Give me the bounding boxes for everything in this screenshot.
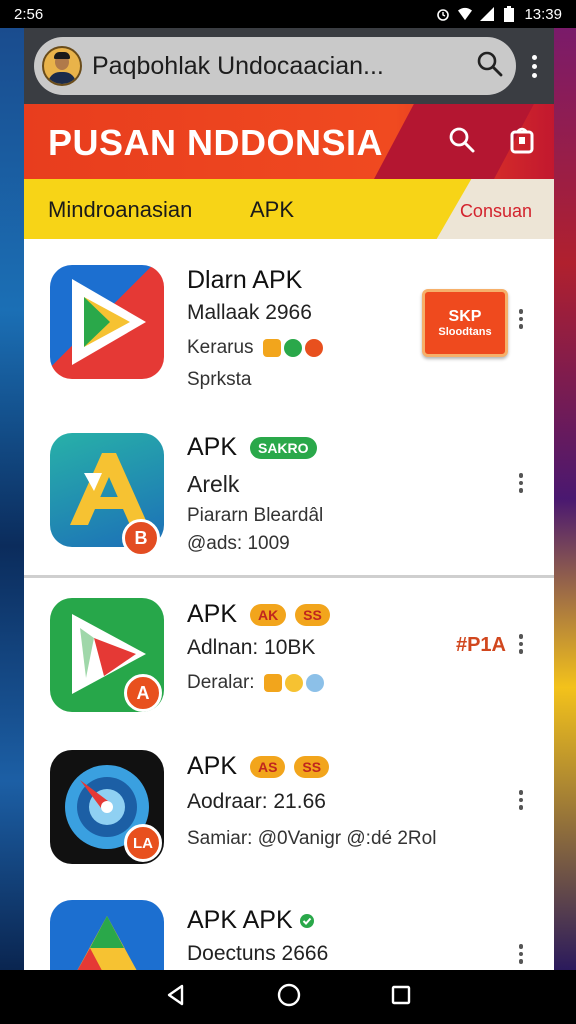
browser-toolbar: Paqbohlak Undocaacian... [24, 28, 554, 104]
category-bar: Mindroanasian APK Consuan [24, 179, 554, 239]
drive-icon [50, 900, 164, 970]
signal-icon [480, 7, 495, 21]
verified-icon [299, 914, 314, 929]
list-item[interactable]: B APK SAKRO Arelk Piararn Bleardâl @ads:… [24, 411, 554, 578]
search-icon[interactable] [476, 50, 504, 83]
address-bar[interactable]: Paqbohlak Undocaacian... [34, 37, 516, 95]
recents-icon[interactable] [390, 984, 412, 1011]
app-tag: AS [249, 756, 286, 779]
app-title-text: APK [187, 433, 238, 461]
app-category: Sprksta [187, 369, 252, 390]
app-price: #P1A [455, 634, 506, 656]
app-meta: Samiar: @0Vanigr @:dé 2Rol [187, 828, 437, 849]
app-tag: SS [294, 756, 330, 779]
status-time: 2:56 [14, 5, 44, 23]
app-tag: SS [295, 604, 330, 627]
app-meta: Adlnan: 10BK [187, 636, 316, 659]
status-bar: 2:56 13:39 [0, 0, 576, 28]
cart-icon[interactable] [508, 126, 536, 154]
tab-apk[interactable]: APK [250, 197, 294, 223]
app-meta: Doectuns 2666 [187, 942, 329, 965]
app-title: Dlarn APK [187, 266, 303, 294]
search-icon[interactable] [448, 126, 476, 154]
more-vert-icon[interactable] [514, 944, 528, 964]
tab-mindroanasian[interactable]: Mindroanasian [48, 197, 192, 223]
battery-icon [502, 6, 516, 22]
app-badge: A [124, 674, 162, 712]
list-item[interactable]: LA APK AS SS Aodraar: 21.66 Samiar: @0Va… [24, 732, 554, 885]
status-clock: 13:39 [524, 5, 562, 23]
app-badge: B [122, 519, 160, 557]
app-meta: Deralar: [187, 672, 324, 694]
avatar[interactable] [42, 46, 82, 86]
address-text[interactable]: Paqbohlak Undocaacian... [92, 52, 466, 81]
rating-icons [263, 673, 324, 692]
app-meta: Aodraar: 21.66 [187, 790, 326, 813]
app-meta-text: Kerarus [187, 337, 254, 358]
app-title: APK AS SS [187, 752, 330, 781]
alarm-icon [436, 7, 450, 21]
more-vert-icon[interactable] [524, 54, 544, 78]
more-vert-icon[interactable] [514, 473, 528, 493]
app-meta: Kerarus [187, 337, 323, 359]
app-meta: Piararn Bleardâl [187, 505, 324, 526]
app-downloads: @ads: 1009 [187, 533, 290, 554]
store-title: PUSAN NDDONSIA [48, 122, 384, 163]
more-vert-icon[interactable] [514, 309, 528, 329]
play-store-icon [50, 265, 164, 379]
sale-badge-sub: Sloodtans [438, 326, 492, 338]
list-item[interactable]: Dlarn APK Mallaak 2966 Kerarus Sprksta S… [24, 239, 554, 412]
sale-badge[interactable]: SKP Sloodtans [422, 289, 508, 357]
list-item[interactable]: A APK AK SS Adlnan: 10BK Deralar: #P1A [24, 578, 554, 733]
sale-badge-title: SKP [448, 308, 482, 325]
app-badge: LA [124, 824, 162, 862]
more-vert-icon[interactable] [514, 634, 528, 654]
back-icon[interactable] [164, 983, 188, 1012]
navigation-bar [0, 970, 576, 1024]
more-vert-icon[interactable] [514, 790, 528, 810]
app-title-text: APK APK [187, 906, 293, 934]
app-meta: Mallaak 2966 [187, 301, 312, 324]
app-title: APK APK [187, 906, 314, 935]
app-title: APK SAKRO [187, 433, 317, 462]
wifi-icon [458, 7, 473, 21]
app-meta: Arelk [187, 471, 240, 497]
app-title-text: APK [187, 600, 238, 628]
app-tag: SAKRO [249, 437, 317, 460]
rating-icons [262, 338, 323, 357]
browser-window: Paqbohlak Undocaacian... PUSAN NDDONSIA … [24, 28, 554, 970]
tab-consuan[interactable]: Consuan [460, 201, 532, 222]
home-icon[interactable] [276, 982, 302, 1013]
app-meta-text: Deralar: [187, 672, 255, 693]
app-title-text: APK [187, 752, 238, 780]
app-title: APK AK SS [187, 600, 330, 629]
list-item[interactable]: APK APK Doectuns 2666 [24, 884, 554, 970]
store-header: PUSAN NDDONSIA [24, 104, 554, 179]
app-tag: AK [249, 604, 287, 627]
